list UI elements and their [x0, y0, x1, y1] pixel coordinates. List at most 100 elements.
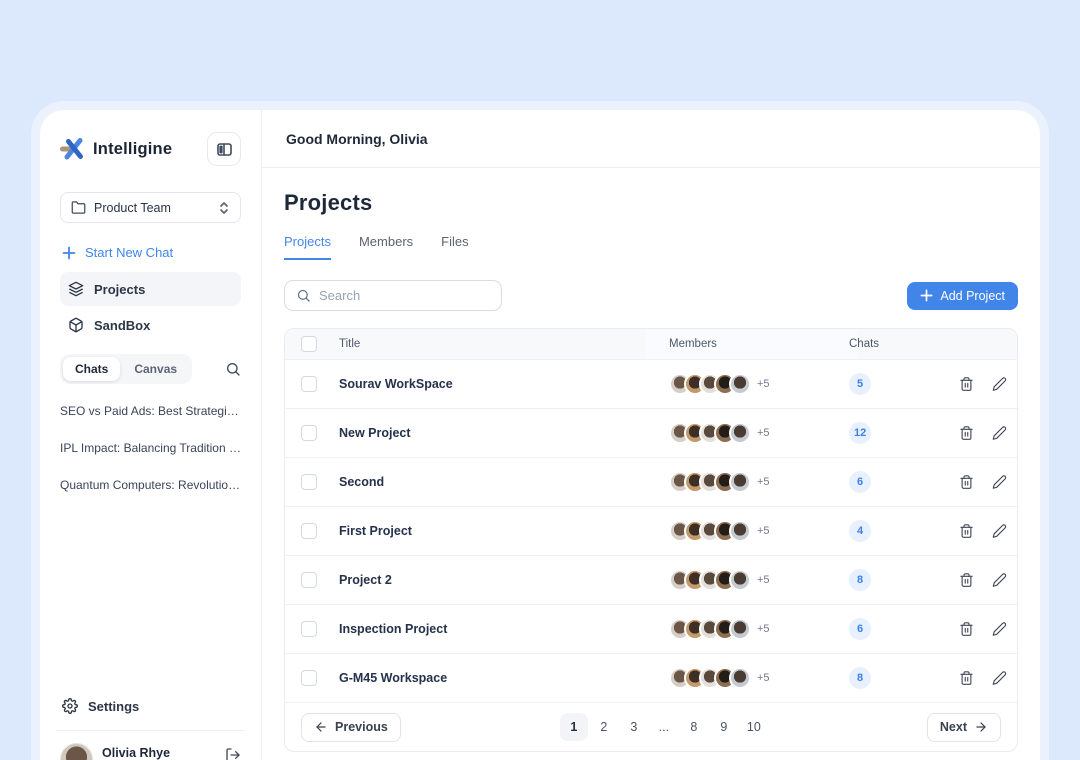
row-checkbox[interactable]: [301, 474, 317, 490]
sidebar-item-label: Projects: [94, 281, 146, 297]
delete-icon[interactable]: [959, 621, 974, 637]
page-number[interactable]: 9: [710, 713, 738, 741]
row-actions: [959, 572, 1017, 588]
project-title: Second: [339, 475, 385, 489]
table-row: Project 2 +5 8: [285, 555, 1017, 604]
sidebar-collapse-button[interactable]: [207, 132, 241, 166]
add-project-label: Add Project: [940, 288, 1005, 303]
chat-history-item[interactable]: Quantum Computers: Revolutionar...: [60, 478, 241, 492]
sidebar-item-sandbox[interactable]: SandBox: [60, 308, 241, 342]
page-number[interactable]: 3: [620, 713, 648, 741]
tab-projects[interactable]: Projects: [284, 234, 331, 260]
chat-history-list: SEO vs Paid Ads: Best Strategies f... IPL…: [60, 404, 241, 492]
brand: Intelligine: [60, 136, 172, 162]
tab-canvas[interactable]: Canvas: [122, 357, 189, 381]
members-cell: +5: [669, 373, 849, 395]
start-new-chat-button[interactable]: Start New Chat: [60, 245, 241, 260]
column-header-title: Title: [339, 338, 361, 350]
chat-count-badge: 5: [849, 373, 871, 395]
table-row: G-M45 Workspace +5 8: [285, 653, 1017, 702]
tab-files[interactable]: Files: [441, 234, 468, 260]
previous-page-button[interactable]: Previous: [301, 712, 401, 742]
next-page-button[interactable]: Next: [926, 712, 1001, 742]
delete-icon[interactable]: [959, 523, 974, 539]
chat-history-item[interactable]: SEO vs Paid Ads: Best Strategies f...: [60, 404, 241, 418]
chat-count-badge: 6: [849, 618, 871, 640]
delete-icon[interactable]: [959, 376, 974, 392]
select-all-checkbox[interactable]: [301, 336, 317, 352]
member-avatar: [729, 520, 751, 542]
edit-icon[interactable]: [992, 670, 1007, 686]
edit-icon[interactable]: [992, 425, 1007, 441]
panel-toggle-icon: [216, 141, 233, 158]
sidebar-item-label: SandBox: [94, 317, 151, 333]
main-panel: Good Morning, Olivia Projects Projects M…: [262, 110, 1040, 760]
brand-logo-icon: [60, 136, 86, 162]
edit-icon[interactable]: [992, 376, 1007, 392]
project-title: Sourav WorkSpace: [339, 377, 453, 391]
tab-members[interactable]: Members: [359, 234, 413, 260]
user-name: Olivia Rhye: [102, 745, 171, 760]
project-title: G-M45 Workspace: [339, 671, 448, 685]
page-ellipsis: ...: [658, 720, 670, 734]
table-toolbar: Add Project: [284, 280, 1018, 311]
sidebar-item-projects[interactable]: Projects: [60, 272, 241, 306]
tab-chats[interactable]: Chats: [63, 357, 121, 381]
row-actions: [959, 376, 1017, 392]
add-project-button[interactable]: Add Project: [907, 281, 1018, 310]
previous-label: Previous: [335, 720, 388, 734]
row-checkbox[interactable]: [301, 621, 317, 637]
page-number[interactable]: 8: [680, 713, 708, 741]
projects-table: Title Members Chats Sourav WorkSpace +5 …: [284, 328, 1018, 752]
avatar-group: [669, 471, 751, 493]
extra-members-count: +5: [757, 525, 770, 537]
search-input[interactable]: [319, 288, 490, 303]
table-row: New Project +5 12: [285, 408, 1017, 457]
edit-icon[interactable]: [992, 572, 1007, 588]
edit-icon[interactable]: [992, 621, 1007, 637]
row-checkbox[interactable]: [301, 523, 317, 539]
delete-icon[interactable]: [959, 474, 974, 490]
avatar-group: [669, 373, 751, 395]
table-header-row: Title Members Chats: [285, 329, 1017, 359]
edit-icon[interactable]: [992, 474, 1007, 490]
member-avatar: [729, 373, 751, 395]
page-number[interactable]: 2: [590, 713, 618, 741]
page-number[interactable]: 10: [740, 713, 768, 741]
row-checkbox[interactable]: [301, 425, 317, 441]
members-cell: +5: [669, 520, 849, 542]
delete-icon[interactable]: [959, 425, 974, 441]
members-cell: +5: [669, 667, 849, 689]
sidebar-nav: Projects SandBox: [60, 272, 241, 342]
member-avatar: [729, 422, 751, 444]
avatar-group: [669, 618, 751, 640]
row-checkbox[interactable]: [301, 670, 317, 686]
page-number[interactable]: 1: [559, 713, 588, 741]
edit-icon[interactable]: [992, 523, 1007, 539]
chat-count-badge: 12: [849, 422, 872, 444]
settings-label: Settings: [88, 698, 140, 714]
main-content: Projects Projects Members Files Search A…: [262, 168, 1040, 760]
column-header-chats: Chats: [849, 338, 880, 350]
layers-icon: [68, 281, 84, 297]
chat-history-item[interactable]: IPL Impact: Balancing Tradition wa...: [60, 441, 241, 455]
row-actions: [959, 621, 1017, 637]
delete-icon[interactable]: [959, 572, 974, 588]
arrow-left-icon: [314, 720, 328, 734]
members-cell: +5: [669, 618, 849, 640]
gear-icon: [62, 698, 78, 714]
chat-count-badge: 4: [849, 520, 871, 542]
sandbox-icon: [68, 317, 84, 333]
chats-canvas-segmented: Chats Canvas: [60, 354, 193, 384]
sidebar-search-icon[interactable]: [225, 361, 241, 377]
row-actions: [959, 474, 1017, 490]
delete-icon[interactable]: [959, 670, 974, 686]
row-checkbox[interactable]: [301, 376, 317, 392]
workspace-select[interactable]: Product Team: [60, 192, 241, 223]
member-avatar: [729, 569, 751, 591]
sidebar-item-settings[interactable]: Settings: [60, 698, 241, 714]
row-checkbox[interactable]: [301, 572, 317, 588]
extra-members-count: +5: [757, 476, 770, 488]
member-avatar: [729, 471, 751, 493]
logout-icon[interactable]: [225, 747, 241, 760]
